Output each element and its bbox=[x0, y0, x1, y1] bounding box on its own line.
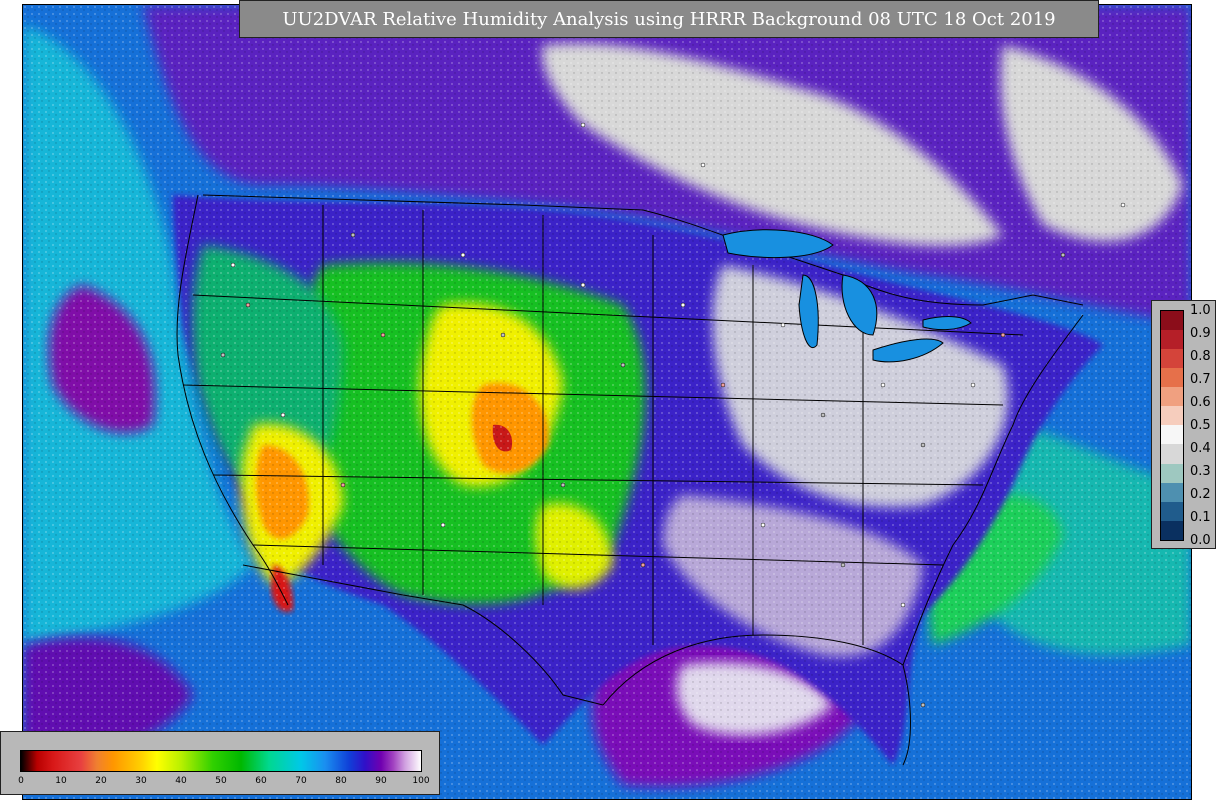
station-dot bbox=[350, 232, 356, 238]
fraction-tick: 0.1 bbox=[1190, 510, 1211, 525]
percent-tick: 90 bbox=[375, 776, 387, 786]
station-dot bbox=[780, 322, 786, 328]
colorbar-swatch bbox=[1161, 368, 1183, 388]
colorbar-swatch bbox=[1161, 311, 1183, 331]
station-dot bbox=[620, 362, 626, 368]
colorbar-swatch bbox=[1161, 463, 1183, 483]
colorbar-swatch bbox=[1161, 520, 1183, 540]
station-dot bbox=[1120, 202, 1126, 208]
percent-tick: 70 bbox=[295, 776, 307, 786]
station-dot bbox=[220, 352, 226, 358]
percent-tick: 60 bbox=[255, 776, 267, 786]
percent-colorbar bbox=[20, 750, 422, 772]
station-dot bbox=[680, 302, 686, 308]
colorbar-swatch bbox=[1161, 501, 1183, 521]
station-dot bbox=[340, 482, 346, 488]
station-dot bbox=[920, 702, 926, 708]
fraction-tick: 0.5 bbox=[1190, 418, 1211, 433]
percent-tick: 30 bbox=[135, 776, 147, 786]
colorbar-swatch bbox=[1161, 425, 1183, 445]
station-dot bbox=[720, 382, 726, 388]
colorbar-swatch bbox=[1161, 482, 1183, 502]
station-dot bbox=[880, 382, 886, 388]
station-dot bbox=[460, 252, 466, 258]
fraction-tick: 0.9 bbox=[1190, 326, 1211, 341]
field-texture bbox=[23, 5, 1191, 799]
station-dot bbox=[1000, 332, 1006, 338]
rh-analysis-map bbox=[22, 4, 1192, 800]
percent-tick: 0 bbox=[18, 776, 24, 786]
fraction-tick: 0.2 bbox=[1190, 487, 1211, 502]
station-dot bbox=[230, 262, 236, 268]
station-dot bbox=[900, 602, 906, 608]
station-dot bbox=[380, 332, 386, 338]
station-dot bbox=[580, 282, 586, 288]
fraction-tick: 0.0 bbox=[1190, 533, 1211, 548]
station-dot bbox=[840, 562, 846, 568]
station-dot bbox=[820, 412, 826, 418]
rh-percent-legend: 0 10 20 30 40 50 60 70 80 90 100 bbox=[0, 731, 440, 795]
station-dot bbox=[500, 332, 506, 338]
percent-tick: 40 bbox=[175, 776, 187, 786]
percent-tick: 80 bbox=[335, 776, 347, 786]
station-dot bbox=[920, 442, 926, 448]
station-dot bbox=[580, 122, 586, 128]
station-dot bbox=[970, 382, 976, 388]
station-dot bbox=[560, 482, 566, 488]
percent-tick: 10 bbox=[55, 776, 67, 786]
station-dot bbox=[245, 302, 251, 308]
percent-tick: 50 bbox=[215, 776, 227, 786]
station-dot bbox=[640, 562, 646, 568]
colorbar-swatch bbox=[1161, 349, 1183, 369]
colorbar-swatch bbox=[1161, 387, 1183, 407]
colorbar-swatch bbox=[1161, 330, 1183, 350]
map-title: UU2DVAR Relative Humidity Analysis using… bbox=[239, 0, 1099, 38]
percent-tick: 20 bbox=[95, 776, 107, 786]
fraction-colorbar bbox=[1160, 310, 1184, 541]
colorbar-swatch bbox=[1161, 406, 1183, 426]
station-dot bbox=[700, 162, 706, 168]
station-dot bbox=[440, 522, 446, 528]
fraction-tick: 1.0 bbox=[1190, 303, 1211, 318]
percent-tick: 100 bbox=[412, 776, 430, 786]
station-dot bbox=[280, 412, 286, 418]
fraction-tick: 0.8 bbox=[1190, 349, 1211, 364]
fraction-tick: 0.4 bbox=[1190, 441, 1211, 456]
station-dot bbox=[760, 522, 766, 528]
station-dot bbox=[1060, 252, 1066, 258]
fraction-tick: 0.3 bbox=[1190, 464, 1211, 479]
colorbar-swatch bbox=[1161, 444, 1183, 464]
fraction-tick: 0.6 bbox=[1190, 395, 1211, 410]
rh-fraction-legend: 1.0 0.9 0.8 0.7 0.6 0.5 0.4 0.3 0.2 0.1 … bbox=[1151, 300, 1216, 549]
map-canvas bbox=[23, 5, 1191, 799]
fraction-tick: 0.7 bbox=[1190, 372, 1211, 387]
